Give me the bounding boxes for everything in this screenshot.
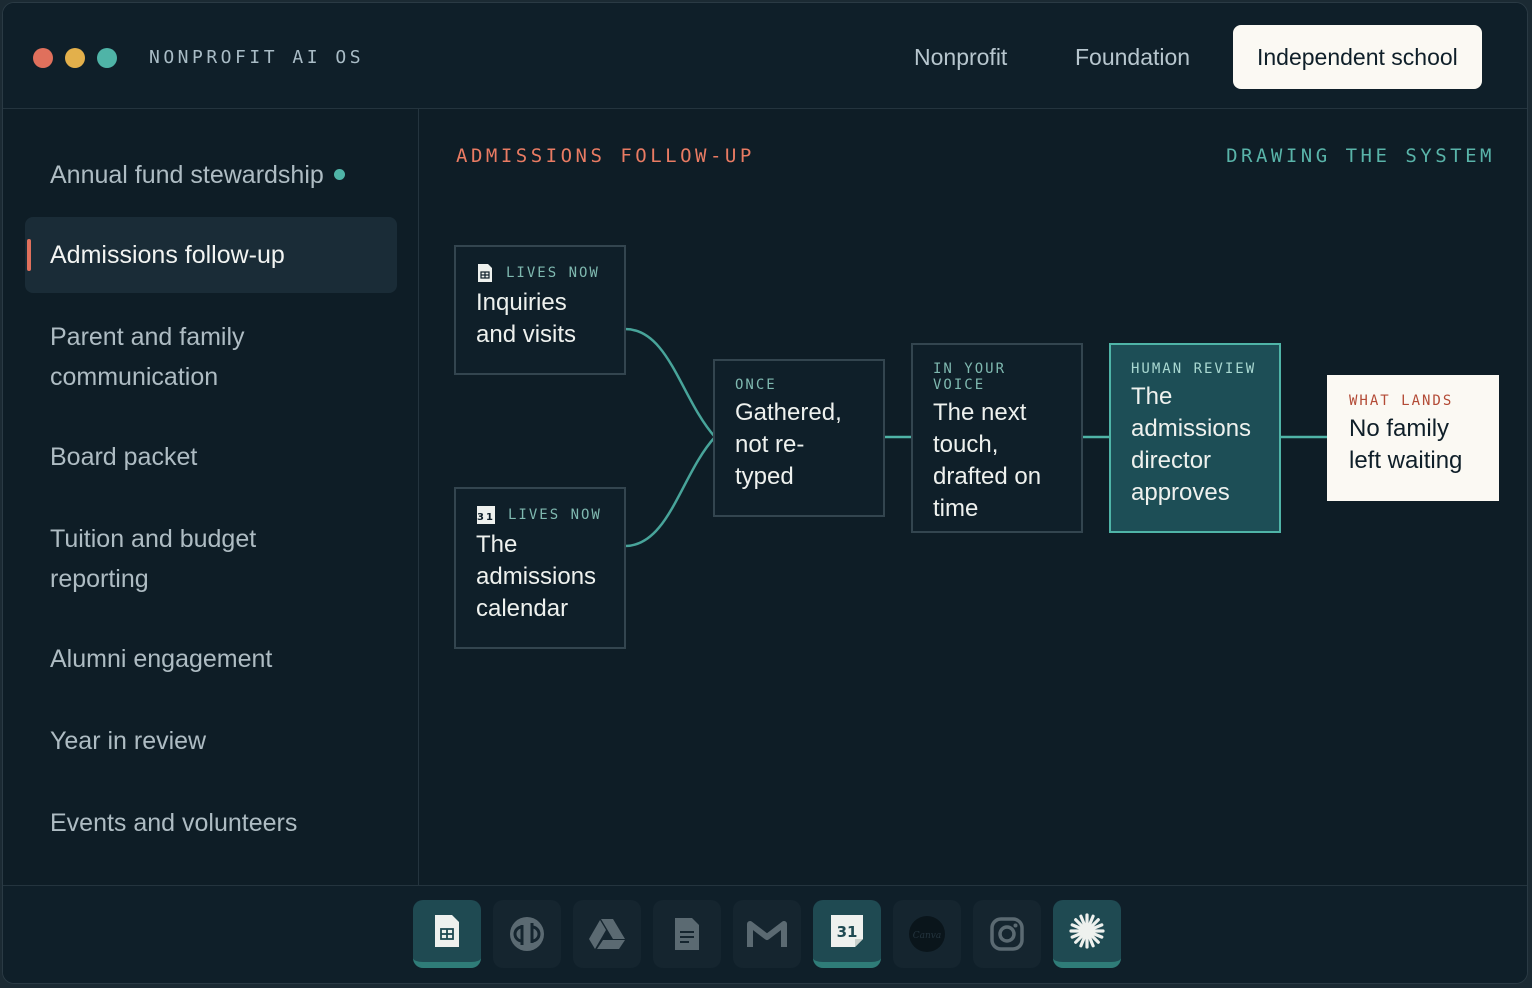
sidebar-item-label: Events and volunteers — [50, 809, 298, 837]
node-inquiries-and-visits[interactable]: LIVES NOW Inquiries and visits — [454, 245, 626, 375]
svg-text:31: 31 — [837, 923, 858, 941]
node-gathered[interactable]: ONCE Gathered, not re-typed — [713, 359, 885, 517]
sidebar-item-year-in-review[interactable]: Year in review — [25, 721, 397, 761]
sidebar-item-admissions-follow-up[interactable]: Admissions follow-up — [25, 217, 397, 293]
sidebar-item-alumni-engagement[interactable]: Alumni engagement — [25, 639, 397, 679]
node-text: Inquiries and visits — [476, 289, 577, 348]
dock-google-calendar[interactable]: 31 — [813, 900, 881, 968]
google-calendar-icon: 31 — [831, 915, 863, 947]
canva-icon: Canva — [909, 916, 945, 952]
sidebar-item-label: Annual fund stewardship — [50, 161, 324, 189]
gmail-icon — [747, 921, 787, 947]
close-window-button[interactable] — [33, 48, 53, 68]
dock-canva[interactable]: Canva — [893, 900, 961, 968]
node-text: The admissions calendar — [476, 531, 597, 622]
dock-quickbooks[interactable] — [493, 900, 561, 968]
dock-google-sheets[interactable] — [413, 900, 481, 968]
node-tag: WHAT LANDS — [1349, 393, 1454, 409]
node-in-your-voice[interactable]: IN YOUR VOICE The next touch, drafted on… — [911, 343, 1083, 533]
google-sheets-icon — [435, 915, 459, 947]
tab-independent-school[interactable]: Independent school — [1233, 25, 1482, 89]
sidebar-item-label: Admissions follow-up — [50, 241, 285, 269]
node-text: The admissions director approves — [1131, 383, 1252, 506]
node-admissions-calendar[interactable]: 31 LIVES NOW The admissions calendar — [454, 487, 626, 649]
node-what-lands[interactable]: WHAT LANDS No family left waiting — [1327, 375, 1499, 501]
sidebar-item-label: Board packet — [50, 443, 198, 471]
app-title: NONPROFIT AI OS — [149, 47, 365, 68]
maximize-window-button[interactable] — [97, 48, 117, 68]
sidebar-item-events-and-volunteers[interactable]: Events and volunteers — [25, 803, 397, 843]
dock-claude[interactable] — [1053, 900, 1121, 968]
google-drive-icon — [589, 919, 625, 949]
app-window: NONPROFIT AI OS Nonprofit Foundation Ind… — [2, 2, 1528, 984]
node-tag: 31 LIVES NOW — [476, 505, 604, 525]
sidebar-item-label: Tuition and budget reporting — [50, 525, 257, 593]
node-tag: ONCE — [735, 377, 777, 393]
sidebar: Annual fund stewardship Admissions follo… — [3, 109, 419, 885]
system-canvas: ADMISSIONS FOLLOW-UP DRAWING THE SYSTEM … — [419, 109, 1527, 885]
minimize-window-button[interactable] — [65, 48, 85, 68]
tab-nonprofit[interactable]: Nonprofit — [890, 25, 1031, 89]
title-bar: NONPROFIT AI OS Nonprofit Foundation Ind… — [3, 3, 1527, 109]
status-dot — [333, 168, 345, 180]
svg-text:Canva: Canva — [913, 931, 942, 941]
node-tag: HUMAN REVIEW — [1131, 361, 1257, 377]
dock-gmail[interactable] — [733, 900, 801, 968]
app-dock: 31 Canva — [3, 885, 1527, 983]
sidebar-item-annual-fund-stewardship[interactable]: Annual fund stewardship — [25, 155, 397, 195]
sidebar-item-label: Parent and family communication — [50, 323, 245, 391]
sheets-icon — [478, 264, 492, 282]
node-tag: LIVES NOW — [476, 263, 604, 283]
sidebar-item-parent-and-family-communication[interactable]: Parent and family communication — [25, 317, 325, 397]
google-docs-icon — [675, 918, 699, 950]
dock-instagram[interactable] — [973, 900, 1041, 968]
node-text: No family left waiting — [1349, 415, 1463, 474]
node-text: The next touch, drafted on time — [933, 399, 1042, 522]
node-tag-label: LIVES NOW — [506, 265, 600, 281]
node-tag: IN YOUR VOICE — [933, 361, 1007, 393]
node-text: Gathered, not re-typed — [735, 399, 842, 490]
instagram-icon — [990, 917, 1024, 951]
dock-google-drive[interactable] — [573, 900, 641, 968]
node-human-review[interactable]: HUMAN REVIEW The admissions director app… — [1109, 343, 1281, 533]
tab-foundation[interactable]: Foundation — [1051, 25, 1214, 89]
svg-text:31: 31 — [477, 512, 495, 523]
sidebar-item-board-packet[interactable]: Board packet — [25, 437, 397, 477]
sidebar-item-tuition-and-budget-reporting[interactable]: Tuition and budget reporting — [25, 519, 325, 599]
sidebar-item-label: Alumni engagement — [50, 645, 273, 673]
claude-icon — [1069, 913, 1105, 949]
node-tag-label: LIVES NOW — [508, 507, 602, 523]
calendar-icon: 31 — [477, 506, 495, 524]
sidebar-item-label: Year in review — [50, 727, 207, 755]
quickbooks-icon — [510, 917, 544, 951]
dock-google-docs[interactable] — [653, 900, 721, 968]
